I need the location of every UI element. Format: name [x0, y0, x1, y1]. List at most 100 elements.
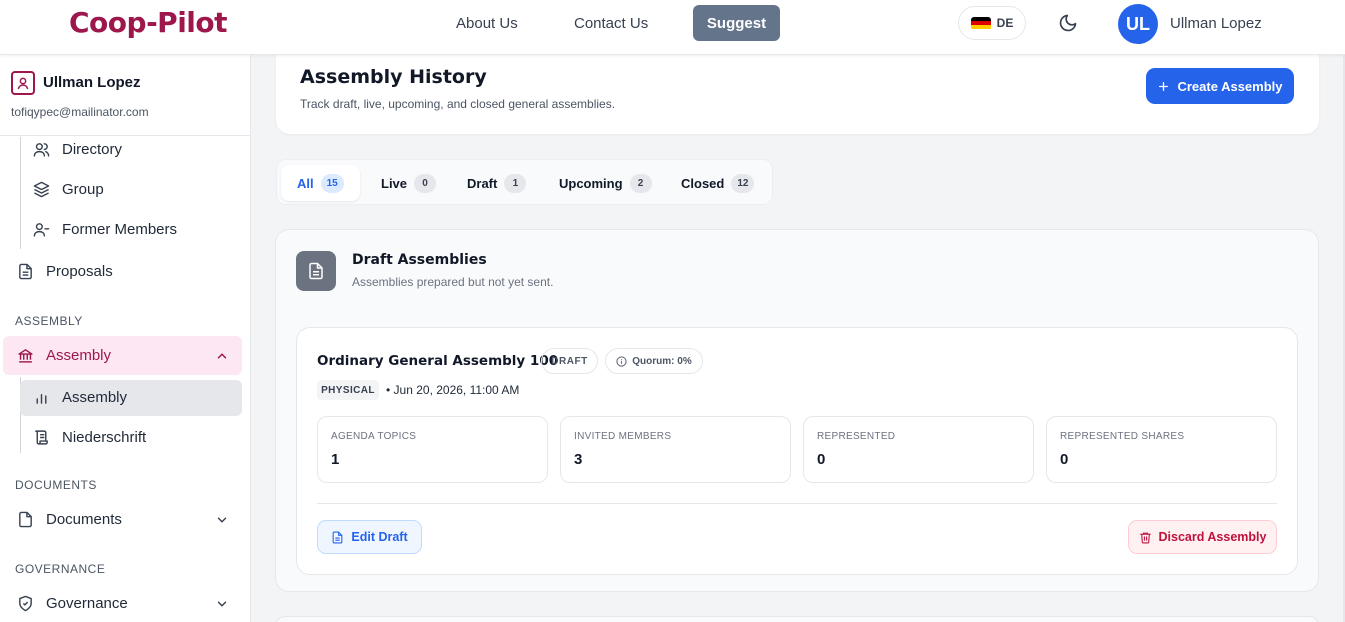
bank-icon [18, 349, 33, 363]
sidebar-item-governance[interactable]: Governance [17, 595, 128, 612]
stat-value: 0 [1060, 451, 1069, 468]
sidebar-item-label: Niederschrift [62, 429, 147, 446]
quorum-badge: Quorum: 0% [605, 348, 703, 374]
create-assembly-label: Create Assembly [1177, 78, 1283, 94]
brand-logo[interactable]: Coop-Pilot [69, 6, 228, 39]
sidebar-item-label: Assembly [46, 347, 112, 364]
plus-icon [1159, 81, 1169, 91]
stat-label: AGENDA TOPICS [331, 431, 417, 442]
top-user-name[interactable]: Ullman Lopez [1170, 15, 1262, 32]
file-text-icon [296, 251, 336, 291]
assembly-title[interactable]: Ordinary General Assembly 100 [317, 353, 558, 369]
nav-about-link[interactable]: About Us [456, 15, 518, 32]
sidebar-item-niederschrift[interactable]: Niederschrift [33, 429, 146, 446]
tab-draft[interactable]: Draft 1 [451, 165, 542, 201]
moon-icon[interactable] [1058, 13, 1078, 33]
edit-draft-label: Edit Draft [351, 530, 408, 544]
sidebar-item-label: Governance [46, 595, 128, 612]
next-section-card [275, 616, 1319, 622]
discard-assembly-label: Discard Assembly [1158, 530, 1267, 544]
create-assembly-button[interactable]: Create Assembly [1146, 68, 1294, 104]
page-title: Assembly History [300, 66, 487, 88]
stat-label: REPRESENTED SHARES [1060, 431, 1185, 442]
edit-draft-button[interactable]: Edit Draft [317, 520, 422, 554]
sidebar-item-former-members[interactable]: Former Members [33, 221, 177, 238]
sidebar-item-label: Assembly [62, 389, 128, 406]
section-subtitle: Assemblies prepared but not yet sent. [352, 275, 554, 289]
germany-flag-icon [970, 16, 991, 30]
suggest-button[interactable]: Suggest [693, 5, 780, 41]
sidebar-item-label: Documents [46, 511, 122, 528]
stat-represented-shares: REPRESENTED SHARES 0 [1046, 416, 1277, 483]
status-badge: DRAFT [541, 348, 598, 374]
sidebar: Ullman Lopez tofiqypec@mailinator.com Di… [0, 55, 251, 622]
layers-icon [33, 181, 50, 198]
language-switcher[interactable]: DE [958, 6, 1026, 40]
page-header: Assembly History Track draft, live, upco… [276, 44, 1319, 134]
status-tabs: All 15 Live 0 Draft 1 Upcoming 2 Closed … [276, 159, 773, 205]
sidebar-item-label: Proposals [46, 263, 113, 280]
assembly-card: Ordinary General Assembly 100 DRAFT Quor… [296, 327, 1298, 575]
file-text-icon [19, 263, 32, 280]
tab-label: Closed [681, 175, 725, 191]
sidebar-item-label: Former Members [62, 221, 178, 238]
assembly-date: • Jun 20, 2026, 11:00 AM [386, 383, 520, 397]
tab-count: 0 [414, 173, 437, 193]
section-title: Draft Assemblies [352, 252, 487, 268]
bar-chart-icon [36, 393, 47, 404]
sidebar-item-label: Group [62, 181, 104, 198]
stat-label: REPRESENTED [817, 431, 896, 442]
profile-email: tofiqypec@mailinator.com [11, 105, 149, 119]
language-code: DE [996, 16, 1014, 30]
tab-closed[interactable]: Closed 12 [665, 165, 770, 201]
draft-assemblies-section: Draft Assemblies Assemblies prepared but… [275, 229, 1319, 592]
stat-agenda-topics: AGENDA TOPICS 1 [317, 416, 548, 483]
sidebar-item-group[interactable]: Group [33, 181, 104, 198]
trash-icon [1139, 532, 1151, 543]
sidebar-item-proposals[interactable]: Proposals [17, 263, 113, 280]
nav-contact-link[interactable]: Contact Us [574, 15, 648, 32]
stat-invited-members: INVITED MEMBERS 3 [560, 416, 791, 483]
submenu-line [20, 137, 21, 249]
tab-label: Draft [467, 175, 498, 191]
tab-count: 1 [504, 173, 527, 193]
section-label-governance: GOVERNANCE [15, 562, 106, 576]
tab-count: 12 [731, 173, 755, 193]
page-subtitle: Track draft, live, upcoming, and closed … [300, 97, 616, 111]
scroll-icon [35, 430, 48, 445]
top-navbar: Coop-Pilot About Us Contact Us Suggest D… [0, 0, 1345, 55]
tab-count: 15 [320, 173, 344, 193]
tab-live[interactable]: Live 0 [365, 165, 452, 201]
assembly-type-badge: PHYSICAL [317, 380, 379, 400]
section-label-assembly: ASSEMBLY [15, 314, 83, 328]
sidebar-divider [0, 135, 251, 136]
tab-all[interactable]: All 15 [281, 165, 360, 201]
sidebar-item-assembly-list[interactable]: Assembly [33, 389, 127, 406]
file-icon [19, 511, 32, 528]
chevron-down-icon[interactable] [215, 597, 229, 611]
tab-upcoming[interactable]: Upcoming 2 [543, 165, 668, 201]
tab-label: Live [381, 175, 408, 191]
stat-value: 3 [574, 451, 583, 468]
discard-assembly-button[interactable]: Discard Assembly [1128, 520, 1277, 554]
stat-label: INVITED MEMBERS [574, 431, 672, 442]
tab-count: 2 [629, 173, 652, 193]
chevron-down-icon[interactable] [215, 513, 229, 527]
tab-label: All [297, 175, 314, 191]
sidebar-item-assembly[interactable]: Assembly [17, 347, 111, 364]
stat-value: 1 [331, 451, 340, 468]
avatar[interactable]: UL [1118, 4, 1158, 44]
shield-check-icon [19, 595, 32, 612]
sidebar-item-documents[interactable]: Documents [17, 511, 122, 528]
profile-icon [11, 71, 35, 95]
section-label-documents: DOCUMENTS [15, 478, 97, 492]
tab-label: Upcoming [559, 175, 623, 191]
sidebar-item-label: Directory [62, 141, 123, 158]
chevron-up-icon[interactable] [215, 349, 229, 363]
profile-name: Ullman Lopez [43, 74, 141, 91]
stat-represented: REPRESENTED 0 [803, 416, 1034, 483]
sidebar-item-directory[interactable]: Directory [33, 141, 122, 158]
stat-value: 0 [817, 451, 826, 468]
file-edit-icon [333, 531, 343, 543]
quorum-text: Quorum: 0% [632, 355, 692, 367]
